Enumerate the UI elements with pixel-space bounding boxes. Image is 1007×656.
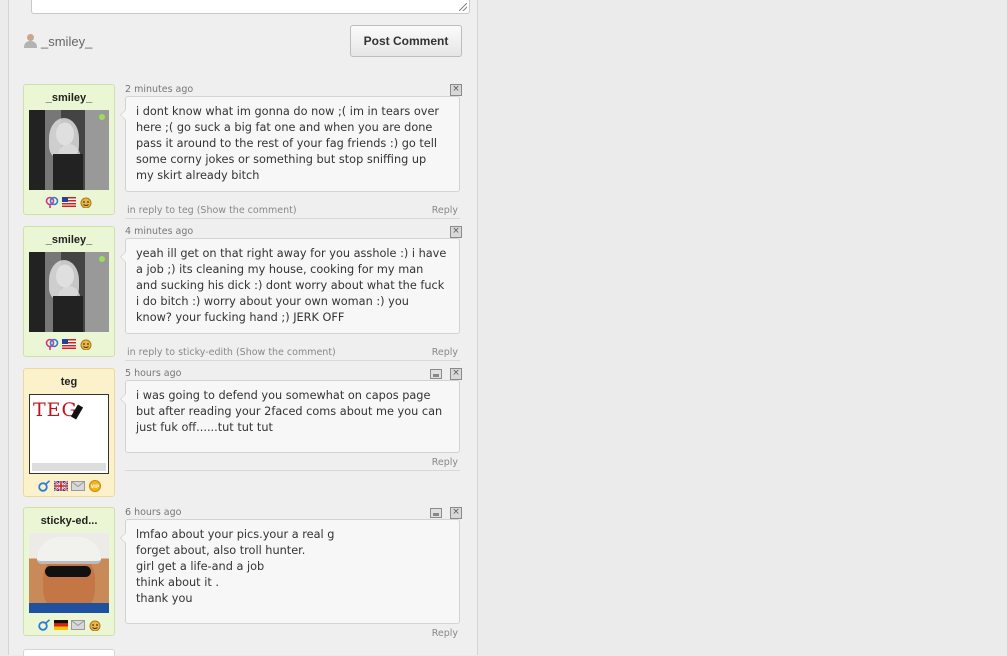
comment-text-line: i do bitch :) worry about your own woman… <box>136 295 409 308</box>
gender-icon <box>45 338 59 350</box>
comment-item: _smiley_ 4 minutes ago × yeah ill get on… <box>23 226 462 361</box>
delete-icon[interactable]: × <box>450 507 462 519</box>
comment-footer: in reply to teg (Show the comment) Reply <box>125 205 460 218</box>
divider <box>125 360 460 361</box>
comment-text-line: just fuk off......tut tut tut <box>136 421 273 434</box>
comment-username[interactable]: teg <box>24 375 114 389</box>
comment-text-line: i was going to defend you somewhat on ca… <box>136 389 431 402</box>
user-avatar[interactable] <box>29 110 109 190</box>
user-avatar[interactable]: TEG <box>29 394 109 474</box>
comment-text-line: pass it around to the rest of your fag f… <box>136 137 438 150</box>
online-status-icon <box>99 256 105 262</box>
comment-text-line: but after reading your 2faced coms about… <box>136 405 443 418</box>
us-flag-icon <box>62 197 76 207</box>
user-card[interactable]: _smiley_ <box>23 226 115 357</box>
delete-icon[interactable]: × <box>450 226 462 238</box>
comment-timestamp: 6 hours ago <box>125 507 182 518</box>
comment-username[interactable]: sticky-ed... <box>24 514 114 528</box>
envelope-icon[interactable] <box>70 619 85 631</box>
image-icon[interactable] <box>430 369 442 379</box>
comment-text-line: yeah ill get on that right away for you … <box>136 247 447 260</box>
smiley-cat-icon <box>89 620 100 631</box>
comment-text-line: my skirt already bitch <box>136 169 260 182</box>
comment-text-line: here ;( go suck a big fat one and when y… <box>136 121 433 134</box>
vip-badge-icon: VIP <box>88 480 101 492</box>
germany-flag-icon <box>53 620 68 630</box>
gender-icon <box>45 196 59 208</box>
comment-text-line: a job ;) its cleaning my house, cooking … <box>136 263 424 276</box>
reply-button[interactable]: Reply <box>432 628 458 639</box>
comment-footer: Reply <box>125 628 460 641</box>
comment-bubble: yeah ill get on that right away for you … <box>120 238 460 334</box>
reply-button[interactable]: Reply <box>432 457 458 468</box>
user-avatar[interactable] <box>29 533 109 613</box>
comment-text-line: thank you <box>136 592 193 605</box>
comment-text-line: lmfao about your pics.your a real g <box>136 528 335 541</box>
smiley-cat-icon <box>80 197 92 208</box>
reply-button[interactable]: Reply <box>432 205 458 216</box>
current-username: _smiley_ <box>41 33 93 49</box>
avatar-text: TEG <box>33 399 78 421</box>
user-icon <box>24 34 37 48</box>
envelope-icon[interactable] <box>70 480 85 492</box>
comment-text-line: think about it . <box>136 576 219 589</box>
uk-flag-icon <box>53 480 68 492</box>
comment-text-line: forget about, also troll hunter. <box>136 544 306 557</box>
reply-context-link[interactable]: in reply to sticky-edith (Show the comme… <box>127 347 336 358</box>
comment-timestamp: 2 minutes ago <box>125 84 194 95</box>
comment-username[interactable]: _smiley_ <box>24 91 114 105</box>
online-status-icon <box>99 114 105 120</box>
user-card[interactable]: sticky-ed... <box>23 507 115 636</box>
smiley-cat-icon <box>80 339 92 350</box>
delete-icon[interactable]: × <box>450 84 462 96</box>
image-icon[interactable] <box>430 508 442 518</box>
comment-footer: in reply to sticky-edith (Show the comme… <box>125 347 460 360</box>
gender-male-icon <box>37 619 50 631</box>
comment-footer: Reply <box>125 457 460 470</box>
comment-text-line: some corny jokes or something but stop s… <box>136 153 427 166</box>
comment-bubble: i was going to defend you somewhat on ca… <box>120 380 460 453</box>
comment-text-line: girl get a life-and a job <box>136 560 265 573</box>
comment-timestamp: 5 hours ago <box>125 368 182 379</box>
comment-bubble: i dont know what im gonna do now ;( im i… <box>120 96 460 192</box>
user-card[interactable]: teg TEG VIP <box>23 368 115 497</box>
comment-textarea[interactable] <box>31 0 470 14</box>
svg-text:VIP: VIP <box>90 484 99 490</box>
comment-bubble: lmfao about your pics.your a real g forg… <box>120 519 460 624</box>
comment-text-line: i dont know what im gonna do now ;( im i… <box>136 105 440 118</box>
comment-username[interactable]: _smiley_ <box>24 233 114 247</box>
comment-text-line: know? your fucking hand ;) JERK OFF <box>136 311 345 324</box>
divider <box>125 218 460 219</box>
divider <box>125 470 460 471</box>
comment-timestamp: 4 minutes ago <box>125 226 194 237</box>
resize-grip-icon[interactable] <box>459 3 467 11</box>
current-user: _smiley_ <box>24 31 92 51</box>
post-comment-button[interactable]: Post Comment <box>350 25 462 57</box>
reply-context-link[interactable]: in reply to teg (Show the comment) <box>127 205 297 216</box>
gender-male-icon <box>37 480 50 492</box>
comment-item: teg TEG VIP 5 hours ago × i was going to… <box>23 368 462 498</box>
comment-text-line: and sucking his dick :) dont worry about… <box>136 279 445 292</box>
user-card[interactable]: _smiley_ <box>23 84 115 215</box>
delete-icon[interactable]: × <box>450 368 462 380</box>
reply-button[interactable]: Reply <box>432 347 458 358</box>
user-avatar[interactable] <box>29 252 109 332</box>
comment-item: sticky-ed... 6 hours ago × lmfao about y… <box>23 507 462 647</box>
us-flag-icon <box>62 339 76 349</box>
comment-item: _smiley_ 2 minutes ago × i dont know wha… <box>23 84 462 219</box>
